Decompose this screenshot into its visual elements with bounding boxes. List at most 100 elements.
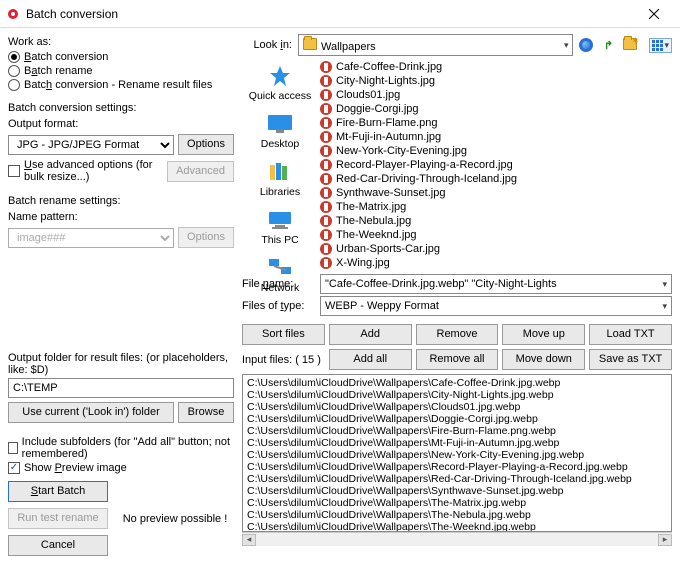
radio-label: atch conversion (31, 51, 108, 63)
places-bar: Quick access Desktop Libraries This PC N… (242, 60, 318, 270)
file-name-label: File name: (242, 278, 314, 290)
rename-options-button: Options (178, 227, 234, 248)
move-up-button[interactable]: Move up (502, 324, 585, 345)
input-file-row[interactable]: C:\Users\dilum\iCloudDrive\Wallpapers\Th… (247, 497, 667, 509)
conv-settings-heading: Batch conversion settings: (8, 102, 234, 114)
show-preview-label: review image (62, 462, 127, 474)
browse-button[interactable]: Browse (178, 402, 234, 423)
file-name-field[interactable]: "Cafe-Coffee-Drink.jpg.webp" "City-Night… (320, 274, 672, 294)
input-file-row[interactable]: C:\Users\dilum\iCloudDrive\Wallpapers\Do… (247, 413, 667, 425)
image-file-icon (320, 201, 332, 213)
name-pattern-select: image### (8, 228, 174, 248)
chevron-down-icon: ▾ (662, 301, 667, 312)
image-file-icon (320, 229, 332, 241)
right-pane: Look in: Wallpapers ▾ ↱ ✶ ▾ Quick access (242, 28, 680, 562)
file-item[interactable]: Record-Player-Playing-a-Record.jpg (318, 158, 672, 172)
file-item[interactable]: Clouds01.jpg (318, 88, 672, 102)
add-all-button[interactable]: Add all (329, 349, 412, 370)
load-txt-button[interactable]: Load TXT (589, 324, 672, 345)
radio-batch-conversion[interactable]: Batch conversion (8, 51, 234, 63)
save-txt-button[interactable]: Save as TXT (589, 349, 672, 370)
work-as-label: Work as: (8, 36, 234, 48)
input-file-row[interactable]: C:\Users\dilum\iCloudDrive\Wallpapers\Ci… (247, 389, 667, 401)
scroll-right-icon[interactable]: ▸ (658, 534, 672, 546)
left-pane: Work as: Batch conversion Batch rename B… (0, 28, 242, 562)
add-button[interactable]: Add (329, 324, 412, 345)
options-button[interactable]: Options (178, 134, 234, 155)
file-type-select[interactable]: WEBP - Weppy Format ▾ (320, 296, 672, 316)
horizontal-scrollbar[interactable]: ◂ ▸ (242, 532, 672, 546)
back-icon[interactable] (579, 38, 593, 52)
file-item[interactable]: Doggie-Corgi.jpg (318, 102, 672, 116)
remove-all-button[interactable]: Remove all (416, 349, 499, 370)
scroll-left-icon[interactable]: ◂ (242, 534, 256, 546)
chevron-down-icon: ▾ (662, 279, 667, 290)
use-current-button[interactable]: Use current ('Look in') folder (8, 402, 174, 423)
image-file-icon (320, 145, 332, 157)
input-file-row[interactable]: C:\Users\dilum\iCloudDrive\Wallpapers\Th… (247, 509, 667, 521)
lookin-value: Wallpapers (321, 41, 376, 53)
file-item[interactable]: X-Wing.jpg (318, 256, 672, 270)
checkbox-icon (8, 442, 18, 454)
sort-files-button[interactable]: Sort files (242, 324, 325, 345)
file-item[interactable]: Fire-Burn-Flame.png (318, 116, 672, 130)
place-quick-access[interactable]: Quick access (249, 64, 311, 102)
file-list[interactable]: Cafe-Coffee-Drink.jpgCity-Night-Lights.j… (318, 60, 672, 270)
file-item[interactable]: City-Night-Lights.jpg (318, 74, 672, 88)
file-item[interactable]: The-Matrix.jpg (318, 200, 672, 214)
place-this-pc[interactable]: This PC (261, 208, 298, 246)
file-item[interactable]: The-Weeknd.jpg (318, 228, 672, 242)
input-file-row[interactable]: C:\Users\dilum\iCloudDrive\Wallpapers\Mt… (247, 437, 667, 449)
include-subfolders-check[interactable]: Include subfolders (for "Add all" button… (8, 436, 234, 460)
grid-icon (652, 40, 663, 51)
chevron-down-icon: ▾ (664, 40, 669, 51)
place-desktop[interactable]: Desktop (261, 112, 300, 150)
radio-label: tch rename (37, 65, 92, 77)
close-button[interactable] (634, 0, 674, 28)
start-batch-button[interactable]: Start Batch (8, 481, 108, 502)
new-folder-icon[interactable]: ✶ (623, 38, 641, 53)
show-preview-check[interactable]: Show Preview image (8, 462, 234, 474)
view-menu-button[interactable]: ▾ (649, 38, 672, 53)
image-file-icon (320, 103, 332, 115)
lookin-select[interactable]: Wallpapers ▾ (298, 34, 573, 56)
file-item[interactable]: Synthwave-Sunset.jpg (318, 186, 672, 200)
file-item[interactable]: New-York-City-Evening.jpg (318, 144, 672, 158)
cancel-button[interactable]: Cancel (8, 535, 108, 556)
star-icon (266, 64, 294, 88)
input-files-list[interactable]: C:\Users\dilum\iCloudDrive\Wallpapers\Ca… (242, 374, 672, 532)
use-advanced-check[interactable] (8, 165, 20, 177)
radio-batch-conversion-rename[interactable]: Batch conversion - Rename result files (8, 79, 234, 91)
radio-icon (8, 51, 20, 63)
advanced-button: Advanced (167, 161, 234, 182)
radio-batch-rename[interactable]: Batch rename (8, 65, 234, 77)
input-file-row[interactable]: C:\Users\dilum\iCloudDrive\Wallpapers\Sy… (247, 485, 667, 497)
image-file-icon (320, 187, 332, 199)
file-name-value: "Cafe-Coffee-Drink.jpg.webp" "City-Night… (325, 278, 557, 290)
input-file-row[interactable]: C:\Users\dilum\iCloudDrive\Wallpapers\Cl… (247, 401, 667, 413)
input-file-row[interactable]: C:\Users\dilum\iCloudDrive\Wallpapers\Th… (247, 521, 667, 532)
input-files-count: Input files: ( 15 ) (242, 354, 325, 366)
use-advanced-label: se advanced options (for bulk resize...) (24, 159, 152, 183)
up-folder-icon[interactable]: ↱ (601, 38, 615, 52)
app-icon (6, 7, 20, 21)
place-libraries[interactable]: Libraries (260, 160, 300, 198)
file-item[interactable]: The-Nebula.jpg (318, 214, 672, 228)
remove-button[interactable]: Remove (416, 324, 499, 345)
input-file-row[interactable]: C:\Users\dilum\iCloudDrive\Wallpapers\Re… (247, 461, 667, 473)
output-format-select[interactable]: JPG - JPG/JPEG Format (8, 135, 174, 155)
file-type-value: WEBP - Weppy Format (325, 300, 439, 312)
input-file-row[interactable]: C:\Users\dilum\iCloudDrive\Wallpapers\Fi… (247, 425, 667, 437)
image-file-icon (320, 243, 332, 255)
input-file-row[interactable]: C:\Users\dilum\iCloudDrive\Wallpapers\Ca… (247, 377, 667, 389)
chevron-down-icon: ▾ (564, 40, 569, 51)
output-folder-input[interactable] (8, 378, 234, 398)
move-down-button[interactable]: Move down (502, 349, 585, 370)
input-file-row[interactable]: C:\Users\dilum\iCloudDrive\Wallpapers\Re… (247, 473, 667, 485)
file-item[interactable]: Urban-Sports-Car.jpg (318, 242, 672, 256)
image-file-icon (320, 159, 332, 171)
file-item[interactable]: Red-Car-Driving-Through-Iceland.jpg (318, 172, 672, 186)
file-item[interactable]: Cafe-Coffee-Drink.jpg (318, 60, 672, 74)
input-file-row[interactable]: C:\Users\dilum\iCloudDrive\Wallpapers\Ne… (247, 449, 667, 461)
file-item[interactable]: Mt-Fuji-in-Autumn.jpg (318, 130, 672, 144)
